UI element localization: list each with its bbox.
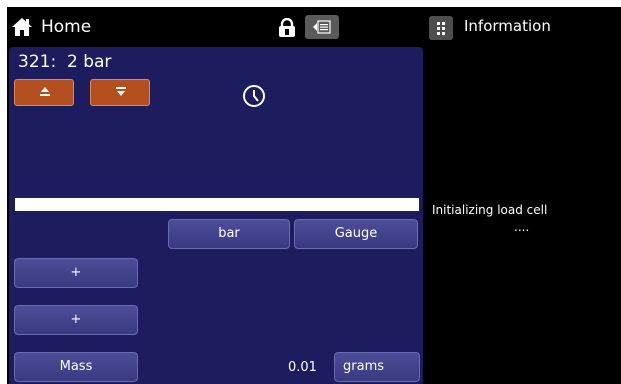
down-button[interactable] — [90, 79, 150, 106]
mode-button[interactable]: Gauge — [294, 219, 418, 249]
clock-icon[interactable] — [242, 84, 266, 112]
mass-unit-button[interactable]: grams — [334, 352, 420, 382]
pressure-bar-indicator — [15, 198, 419, 211]
add-function-button-2[interactable]: + — [14, 305, 138, 335]
menu-icon[interactable] — [305, 15, 339, 39]
grid-icon[interactable] — [429, 16, 453, 40]
channel-label: 321: 2 bar — [18, 52, 112, 72]
device-screen: Home Information 321: 2 bar bar Gauge + … — [7, 7, 621, 384]
top-bar: Home Information — [7, 7, 621, 47]
add-function-button-1[interactable]: + — [14, 258, 138, 288]
home-icon — [11, 17, 33, 37]
home-button[interactable]: Home — [11, 13, 91, 41]
up-button[interactable] — [14, 79, 74, 106]
mass-value: 0.01 — [288, 360, 317, 375]
channel-panel: 321: 2 bar bar Gauge + + Mass 0.01 grams — [9, 47, 423, 384]
info-dots: .... — [514, 220, 530, 234]
mass-button[interactable]: Mass — [14, 352, 138, 382]
info-title: Information — [464, 17, 551, 35]
info-message: Initializing load cell — [432, 203, 548, 217]
home-label: Home — [41, 17, 92, 37]
lock-icon[interactable] — [278, 17, 296, 42]
unit-button[interactable]: bar — [168, 219, 290, 249]
